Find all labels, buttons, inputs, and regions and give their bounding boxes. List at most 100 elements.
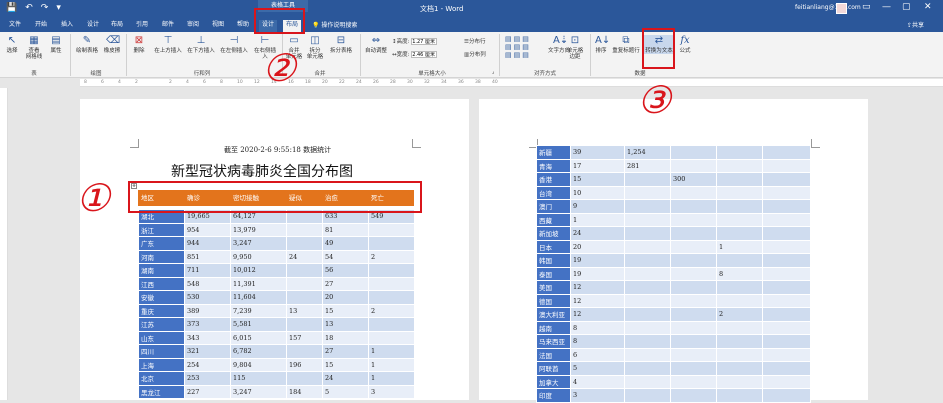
table-row[interactable]: 越南 8 [536, 320, 811, 335]
table-cell[interactable] [368, 263, 415, 278]
delete-button[interactable]: ⊠ 删除 [130, 35, 148, 54]
distribute-rows-button[interactable]: ☰分布行 [464, 37, 485, 45]
table-cell[interactable]: 青海 [536, 158, 571, 173]
table-cell[interactable]: 24 [286, 249, 323, 264]
table-row[interactable]: 河南 851 9,950 24 54 2 [138, 249, 415, 264]
table-cell[interactable]: 5 [570, 361, 625, 376]
tab-review[interactable]: 审阅 [184, 20, 202, 32]
table-cell[interactable]: 10,012 [230, 263, 287, 278]
table-cell[interactable] [624, 239, 671, 254]
row-height-input[interactable] [411, 38, 438, 45]
tab-view[interactable]: 视图 [209, 20, 227, 32]
table-cell[interactable] [670, 226, 717, 241]
table-cell[interactable]: 12 [570, 307, 625, 322]
table-cell[interactable]: 澳大利亚 [536, 307, 571, 322]
select-button[interactable]: ↖ 选择 [4, 35, 20, 54]
table-cell[interactable]: 15 [322, 303, 369, 318]
table-cell[interactable]: 澳门 [536, 199, 571, 214]
redo-icon[interactable]: ↷ [41, 3, 49, 13]
table-cell[interactable] [716, 172, 763, 187]
table-cell[interactable]: 8 [570, 334, 625, 349]
table-cell[interactable] [670, 266, 717, 281]
table-cell[interactable] [624, 280, 671, 295]
tab-insert[interactable]: 插入 [58, 20, 76, 32]
table-cell[interactable]: 184 [286, 384, 323, 399]
share-button[interactable]: ⇪共享 [907, 20, 924, 29]
table-row[interactable]: 上海 254 9,804 196 15 1 [138, 357, 415, 372]
table-row[interactable]: 湖南 711 10,012 56 [138, 263, 415, 278]
table-cell[interactable]: 3,247 [230, 236, 287, 251]
table-cell[interactable]: 韩国 [536, 253, 571, 268]
table-row[interactable]: 青海 17 281 [536, 158, 811, 173]
table-cell[interactable]: 157 [286, 330, 323, 345]
table-cell[interactable]: 15 [570, 172, 625, 187]
table-cell[interactable]: 11,391 [230, 276, 287, 291]
table-cell[interactable]: 6 [570, 347, 625, 362]
table-cell[interactable] [670, 253, 717, 268]
user-account[interactable]: feitianliang@163.com [795, 4, 861, 11]
table-cell[interactable]: 河南 [138, 249, 185, 264]
table-cell[interactable] [716, 361, 763, 376]
table-cell[interactable] [762, 253, 811, 268]
table-cell[interactable] [762, 158, 811, 173]
table-cell[interactable]: 20 [322, 290, 369, 305]
table-cell[interactable] [716, 253, 763, 268]
table-cell[interactable]: 7,239 [230, 303, 287, 318]
table-cell[interactable] [670, 374, 717, 389]
table-cell[interactable]: 1 [368, 357, 415, 372]
table-cell[interactable]: 5 [322, 384, 369, 399]
table-cell[interactable]: 18 [322, 330, 369, 345]
table-cell[interactable]: 阿联酋 [536, 361, 571, 376]
table-cell[interactable]: 4 [570, 374, 625, 389]
table-cell[interactable] [762, 320, 811, 335]
view-gridlines-button[interactable]: ▦ 查看 网格线 [24, 35, 44, 60]
draw-table-button[interactable]: ✎ 绘制表格 [74, 35, 100, 54]
table-cell[interactable]: 法国 [536, 347, 571, 362]
table-cell[interactable] [762, 280, 811, 295]
table-cell[interactable]: 851 [184, 249, 231, 264]
insert-left-button[interactable]: ⊣ 在左侧插入 [219, 35, 249, 54]
table-cell[interactable]: 343 [184, 330, 231, 345]
table-cell[interactable] [670, 145, 717, 160]
table-cell[interactable]: 泰国 [536, 266, 571, 281]
tab-design[interactable]: 设计 [84, 20, 102, 32]
table-cell[interactable] [286, 222, 323, 237]
table-cell[interactable]: 13,979 [230, 222, 287, 237]
alignment-grid-icon[interactable]: ▤▤▤ ▤▤▤ ▤▤▤ [505, 35, 531, 59]
table-cell[interactable]: 浙江 [138, 222, 185, 237]
save-icon[interactable]: 💾 [6, 3, 17, 13]
table-cell[interactable]: 227 [184, 384, 231, 399]
table-row[interactable]: 北京 253 115 24 1 [138, 371, 415, 386]
table-cell[interactable] [670, 293, 717, 308]
table-cell[interactable]: 2 [368, 249, 415, 264]
table-cell[interactable] [624, 253, 671, 268]
table-cell[interactable] [624, 293, 671, 308]
table-cell[interactable] [716, 334, 763, 349]
table-cell[interactable]: 530 [184, 290, 231, 305]
autofit-button[interactable]: ⇔ 自动调整 [363, 35, 389, 54]
close-icon[interactable]: ✕ [924, 2, 932, 12]
table-cell[interactable] [716, 199, 763, 214]
tab-home[interactable]: 开始 [32, 20, 50, 32]
table-cell[interactable] [762, 239, 811, 254]
table-row[interactable]: 日本 20 1 [536, 239, 811, 254]
table-cell[interactable]: 山东 [138, 330, 185, 345]
table-cell[interactable]: 20 [570, 239, 625, 254]
table-cell[interactable]: 9,950 [230, 249, 287, 264]
table-cell[interactable] [716, 158, 763, 173]
table-cell[interactable]: 81 [322, 222, 369, 237]
customize-dropdown-icon[interactable]: ▾ [56, 3, 61, 13]
table-cell[interactable]: 12 [570, 293, 625, 308]
table-cell[interactable]: 373 [184, 317, 231, 332]
tab-file[interactable]: 文件 [6, 20, 24, 32]
table-cell[interactable] [624, 226, 671, 241]
table-cell[interactable] [286, 317, 323, 332]
table-cell[interactable] [624, 307, 671, 322]
table-row[interactable]: 江西 548 11,391 27 [138, 276, 415, 291]
table-cell[interactable]: 12 [570, 280, 625, 295]
table-cell[interactable] [716, 374, 763, 389]
table-cell[interactable]: 9 [570, 199, 625, 214]
table-cell[interactable] [624, 199, 671, 214]
table-cell[interactable]: 上海 [138, 357, 185, 372]
table-row[interactable]: 江苏 373 5,581 13 [138, 317, 415, 332]
